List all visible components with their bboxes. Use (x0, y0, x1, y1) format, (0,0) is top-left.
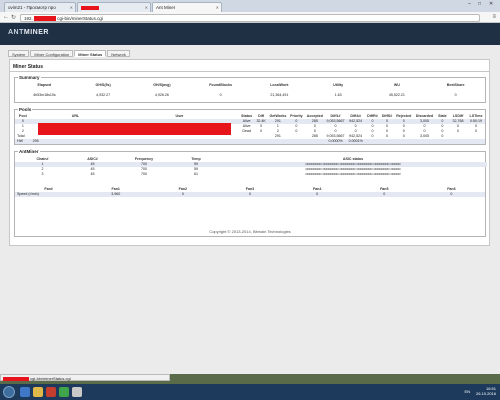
clock[interactable]: 16:51 26.10.2016 (476, 386, 496, 396)
summary-value: 45,522.21 (388, 93, 405, 97)
header-bar: ANTMINER (0, 23, 500, 45)
start-button-icon[interactable] (3, 386, 15, 398)
reload-icon[interactable]: ↻ (11, 14, 16, 21)
tab-title: ovim21 - Просмотр про (8, 5, 56, 10)
page: ANTMINER System Miner Configuration Miner … (0, 23, 500, 374)
maximize-icon[interactable]: □ (478, 1, 481, 7)
pool-row: HW 295 0.0000% 0.0001% (15, 139, 485, 144)
browser-tab-antminer[interactable]: Ant Miner ✕ (152, 2, 222, 12)
antminer-section: AntMiner Chain# ASIC# Frequency Temp ASI… (14, 149, 487, 237)
tab-system[interactable]: System (8, 50, 30, 57)
fan-cell: 0 (216, 192, 284, 197)
pool-cell (394, 139, 414, 144)
fan-cell: Speed (r/min) (15, 192, 83, 197)
fan-speed-row: Speed (r/min) 3,960 0 0 0 0 0 (15, 192, 485, 197)
browser-tab-2[interactable]: ✕ (77, 2, 151, 12)
antminer-legend: AntMiner (18, 149, 40, 154)
redaction (81, 5, 99, 10)
pool-cell (435, 139, 450, 144)
summary-legend: Summary (18, 75, 41, 80)
logo: ANTMINER (8, 29, 49, 36)
minimize-icon[interactable]: – (468, 1, 471, 7)
chain-cell: 3 (41, 172, 44, 176)
browser-status-bar: cgi-bin/minerStatus.cgi (0, 374, 170, 381)
chain-cell: oooooooo oooooooo oooooooo oooooooo oooo… (305, 172, 401, 176)
language-indicator[interactable]: EN (464, 389, 470, 394)
tab-title: Ant Miner (156, 5, 176, 10)
chain-cell: 45 (90, 172, 95, 176)
chain-table: Chain# ASIC# Frequency Temp ASIC status … (15, 157, 487, 177)
pool-cell: 0.0000% (324, 139, 347, 144)
pool-cell (449, 139, 467, 144)
tab-miner-configuration[interactable]: Miner Configuration (30, 50, 74, 57)
browser-tab-1[interactable]: ovim21 - Просмотр про ✕ (4, 2, 76, 12)
chain-cell: 700 (141, 172, 147, 176)
page-title: Miner Status (13, 64, 44, 70)
pool-cell (413, 139, 436, 144)
ie-icon[interactable] (20, 387, 30, 397)
pool-cell (267, 139, 288, 144)
summary-value: 4,926.26 (154, 93, 169, 97)
fan-cell: 0 (149, 192, 217, 197)
pool-cell (304, 139, 325, 144)
fan-cell: 0 (283, 192, 351, 197)
pool-cell (254, 139, 268, 144)
logo-prefix: ANT (8, 29, 24, 36)
url-input[interactable]: 192. cgi-bin/minerStatus.cgi (20, 13, 480, 22)
media-icon[interactable] (46, 387, 56, 397)
summary-value: 21,364,491 (270, 93, 289, 97)
taskbar: EN 16:51 26.10.2016 (0, 384, 500, 400)
summary-value: 1.63 (334, 93, 342, 97)
footer-copyright: Copyright © 2013-2014, Bitmain Technolog… (209, 229, 291, 234)
miner-status-card: Miner Status Summary Elapsed GH/S(5s) GH… (9, 59, 490, 246)
close-tab-icon[interactable]: ✕ (145, 5, 148, 10)
close-tab-icon[interactable]: ✕ (216, 5, 219, 10)
summary-table: Elapsed GH/S(5s) GH/S(avg) FoundBlocks L… (15, 83, 485, 98)
pool-cell (365, 139, 380, 144)
close-window-icon[interactable]: ✕ (489, 1, 493, 7)
back-icon[interactable]: ← (3, 14, 9, 20)
clock-date: 26.10.2016 (475, 391, 496, 396)
url-prefix: 192. (24, 15, 33, 21)
summary-value: 0 (454, 93, 457, 97)
status-url: cgi-bin/minerStatus.cgi (30, 376, 71, 381)
fan-cell: 0 (417, 192, 485, 197)
tab-miner-status[interactable]: Miner Status (74, 50, 107, 57)
chain-row: 3 45 700 61 oooooooo oooooooo oooooooo ooooo… (15, 172, 487, 177)
summary-value: 4h53m18s10s (33, 93, 56, 97)
pool-cell (466, 139, 485, 144)
address-bar: ← ↻ 192. cgi-bin/minerStatus.cgi ≡ (0, 12, 500, 23)
browser-tabbar: ovim21 - Просмотр про ✕ ✕ Ant Miner ✕ – … (0, 0, 500, 12)
logo-suffix: MINER (23, 29, 49, 36)
chain-cell: 61 (194, 172, 198, 176)
folder-icon[interactable] (33, 387, 43, 397)
pool-cell (379, 139, 395, 144)
pools-legend: Pools (18, 107, 33, 112)
url-path: cgi-bin/minerStatus.cgi (57, 15, 103, 21)
divider (10, 71, 489, 72)
summary-value: 4,932.27 (96, 93, 111, 97)
summary-value: 0 (219, 93, 222, 97)
pool-cell: HW (15, 139, 31, 144)
close-tab-icon[interactable]: ✕ (70, 5, 73, 10)
summary-value-row: 4h53m18s10s 4,932.27 4,926.26 0 21,364,4… (15, 93, 485, 98)
redaction (3, 376, 29, 381)
chrome-icon[interactable] (59, 387, 69, 397)
pool-cell (238, 139, 255, 144)
pools-section: Pools Pool URL User Status Diff GetWorks Prior… (14, 107, 486, 145)
pool-cell: 0.0001% (346, 139, 366, 144)
menu-icon[interactable]: ≡ (492, 14, 496, 20)
pool-cell (288, 139, 305, 144)
pool-cell (120, 139, 239, 144)
pool-cell: 295 (30, 139, 121, 144)
redaction (38, 123, 231, 135)
tab-network[interactable]: Network (107, 50, 130, 57)
fan-cell: 0 (350, 192, 418, 197)
app-icon[interactable] (72, 387, 82, 397)
redaction (34, 15, 57, 21)
nav-tabs: System Miner Configuration Miner Status Net… (8, 50, 131, 57)
fan-cell: 3,960 (82, 192, 150, 197)
fan-table: Fan# Fan1 Fan2 Fan3 Fan4 Fan5 Fan6 Speed (r/mi… (15, 187, 485, 197)
summary-section: Summary Elapsed GH/S(5s) GH/S(avg) Found… (14, 75, 486, 103)
